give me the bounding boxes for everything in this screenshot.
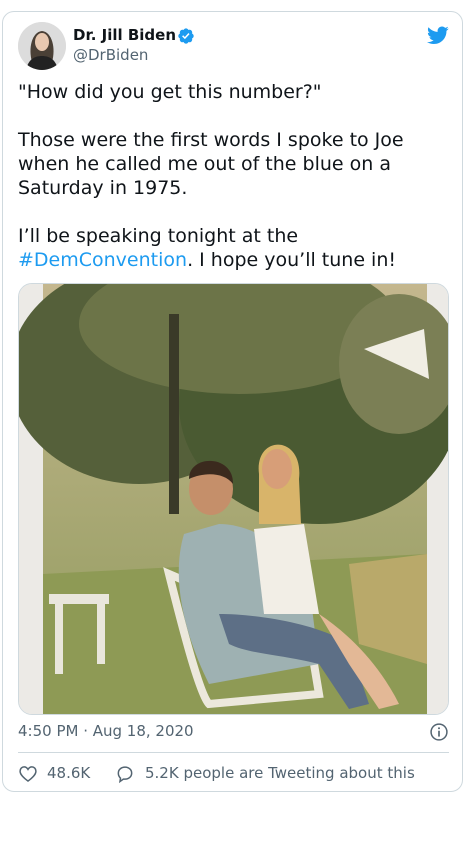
tweet-text-line: I’ll be speaking tonight at the #DemConv… <box>18 224 448 272</box>
author-name[interactable]: Dr. Jill Biden <box>73 26 176 44</box>
tweet-timestamp[interactable]: 4:50 PM · Aug 18, 2020 <box>18 722 194 740</box>
tweet-text-line: Those were the first words I spoke to Jo… <box>18 129 404 199</box>
info-icon[interactable] <box>429 722 449 742</box>
divider <box>18 752 449 753</box>
tweet-text-segment: I’ll be speaking tonight at the <box>18 225 299 247</box>
heart-icon[interactable] <box>18 764 38 784</box>
tweet-photo[interactable] <box>18 283 449 715</box>
avatar[interactable] <box>18 22 66 70</box>
speech-bubble-icon[interactable] <box>115 764 135 784</box>
tweet-text: "How did you get this number?" Those wer… <box>18 80 448 272</box>
avatar-image <box>18 22 66 70</box>
author-handle[interactable]: @DrBiden <box>73 46 148 64</box>
like-count[interactable]: 48.6K <box>47 764 90 782</box>
twitter-bird-icon[interactable] <box>425 24 451 46</box>
tweet-text-line: "How did you get this number?" <box>18 81 322 103</box>
conversation-link[interactable]: 5.2K people are Tweeting about this <box>145 764 415 782</box>
hashtag-link[interactable]: #DemConvention <box>18 249 187 271</box>
vintage-couple-photo <box>19 284 448 714</box>
tweet-card: Dr. Jill Biden @DrBiden "How did you get… <box>2 11 463 792</box>
verified-badge-icon <box>178 28 194 44</box>
tweet-text-segment: . I hope you’ll tune in! <box>187 249 396 271</box>
